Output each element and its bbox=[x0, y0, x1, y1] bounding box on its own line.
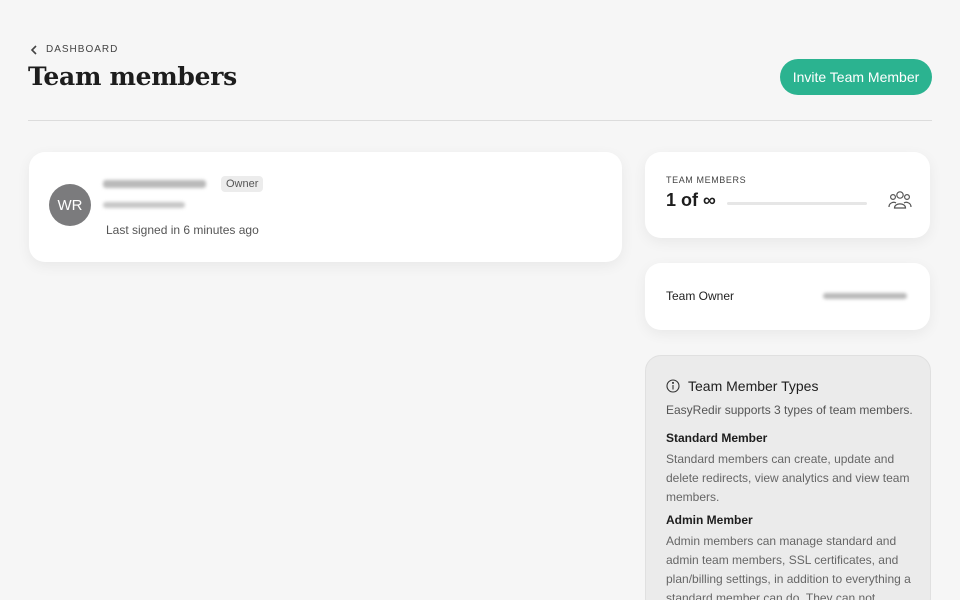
standard-member-heading: Standard Member bbox=[666, 431, 768, 445]
back-to-dashboard-link[interactable]: DASHBOARD bbox=[30, 44, 118, 55]
member-types-intro: EasyRedir supports 3 types of team membe… bbox=[666, 403, 913, 417]
page-title: Team members bbox=[28, 62, 237, 91]
role-badge: Owner bbox=[221, 176, 264, 192]
members-progress-bar bbox=[727, 202, 867, 205]
team-owner-label: Team Owner bbox=[666, 289, 735, 303]
last-signed-text: Last signed in 6 minutes ago bbox=[106, 223, 259, 237]
avatar: WR bbox=[49, 184, 91, 226]
back-label: DASHBOARD bbox=[46, 44, 119, 55]
admin-member-heading: Admin Member bbox=[666, 513, 753, 527]
header-divider bbox=[28, 120, 932, 121]
info-icon bbox=[666, 379, 680, 393]
admin-member-description: Admin members can manage standard and ad… bbox=[666, 534, 911, 600]
member-card[interactable]: WR Owner Last signed in 6 minutes ago bbox=[29, 152, 622, 262]
invite-team-member-button[interactable]: Invite Team Member bbox=[780, 59, 932, 95]
people-icon bbox=[888, 191, 912, 209]
member-types-info-card: Team Member Types EasyRedir supports 3 t… bbox=[645, 355, 931, 600]
team-members-count-card: TEAM MEMBERS 1 of ∞ bbox=[645, 152, 930, 238]
owner-email-redacted bbox=[823, 293, 907, 299]
member-name-redacted bbox=[103, 180, 206, 188]
chevron-left-icon bbox=[30, 44, 37, 55]
member-types-title: Team Member Types bbox=[688, 378, 819, 394]
team-owner-card: Team Owner bbox=[645, 263, 930, 330]
member-types-header: Team Member Types bbox=[666, 378, 818, 394]
member-email-redacted bbox=[103, 202, 185, 208]
standard-member-description: Standard members can create, update and … bbox=[666, 452, 910, 504]
stat-value: 1 of ∞ bbox=[666, 190, 716, 210]
stat-label: TEAM MEMBERS bbox=[666, 175, 747, 185]
